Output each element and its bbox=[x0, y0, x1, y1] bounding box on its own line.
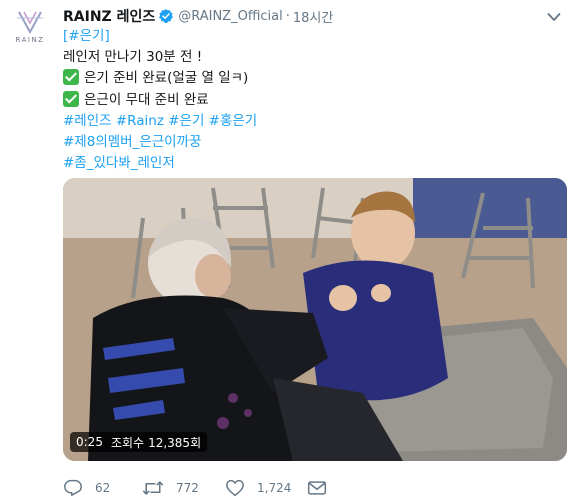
tweet-line-text: 레인저 만나기 30분 전 ! bbox=[63, 49, 203, 66]
display-name[interactable]: RAINZ 레인즈 bbox=[63, 6, 155, 26]
avatar-logo-text: RAINZ bbox=[15, 36, 45, 44]
views-label: 조회수 bbox=[110, 435, 145, 450]
tweet-line: #제8의멤버_은근이까꿍 bbox=[63, 132, 257, 153]
hashtag-links[interactable]: #레인즈 #Rainz #은기 #홍은기 bbox=[63, 113, 257, 129]
chevron-down-icon[interactable] bbox=[547, 12, 561, 22]
like-count: 1,724 bbox=[257, 481, 292, 495]
hashtag-link[interactable]: #좀_있다봐_레인저 bbox=[63, 155, 175, 171]
tweet-actions: 62 772 1,724 bbox=[63, 478, 363, 498]
tweet-line-text: 은기 준비 완료(얼굴 열 일ㅋ) bbox=[84, 70, 249, 87]
tweet-line: 은기 준비 완료(얼굴 열 일ㅋ) bbox=[63, 68, 257, 89]
direct-message-button[interactable] bbox=[307, 478, 327, 498]
rainz-logo-icon bbox=[17, 11, 43, 34]
handle[interactable]: @RAINZ_Official bbox=[178, 9, 283, 24]
video-info-badge: 0:25 조회수 12,385회 bbox=[70, 432, 208, 452]
tweet-header: RAINZ 레인즈 @RAINZ_Official · 18시간 bbox=[63, 6, 333, 26]
views-count: 12,385회 bbox=[148, 435, 202, 450]
tweet-line: 레인저 만나기 30분 전 ! bbox=[63, 47, 257, 68]
heart-icon bbox=[226, 479, 244, 497]
reply-button[interactable]: 62 bbox=[63, 478, 110, 498]
retweet-icon bbox=[142, 481, 164, 495]
video-duration: 0:25 bbox=[76, 435, 103, 449]
retweet-count: 772 bbox=[176, 481, 199, 495]
like-button[interactable]: 1,724 bbox=[225, 478, 291, 498]
timestamp[interactable]: 18시간 bbox=[293, 7, 333, 26]
tweet-line: 은근이 무대 준비 완료 bbox=[63, 90, 257, 111]
tweet-line-text: 은근이 무대 준비 완료 bbox=[84, 91, 209, 108]
video-player[interactable]: 0:25 조회수 12,385회 bbox=[63, 178, 567, 461]
tweet-line: #레인즈 #Rainz #은기 #홍은기 bbox=[63, 111, 257, 132]
tweet-line: [#은기] bbox=[63, 26, 257, 47]
verified-badge-icon bbox=[159, 9, 174, 23]
tweet-text: [#은기] 레인저 만나기 30분 전 ! 은기 준비 완료(얼굴 열 일ㅋ) … bbox=[63, 26, 257, 174]
reply-count: 62 bbox=[95, 481, 111, 495]
white-check-mark-icon bbox=[63, 69, 79, 86]
retweet-button[interactable]: 772 bbox=[142, 478, 199, 498]
separator-dot: · bbox=[285, 8, 290, 24]
white-check-mark-icon bbox=[63, 90, 79, 107]
hashtag-link[interactable]: #은기 bbox=[68, 28, 104, 44]
bracket-close: ] bbox=[104, 28, 110, 44]
envelope-icon bbox=[307, 481, 327, 495]
hashtag-link[interactable]: #제8의멤버_은근이까꿍 bbox=[63, 134, 201, 150]
tweet-line: #좀_있다봐_레인저 bbox=[63, 153, 257, 174]
avatar[interactable]: RAINZ bbox=[8, 8, 52, 52]
tweet-card[interactable]: RAINZ RAINZ 레인즈 @RAINZ_Official · 18시간 [… bbox=[0, 0, 575, 501]
reply-icon bbox=[64, 479, 82, 496]
video-thumbnail bbox=[63, 178, 567, 461]
